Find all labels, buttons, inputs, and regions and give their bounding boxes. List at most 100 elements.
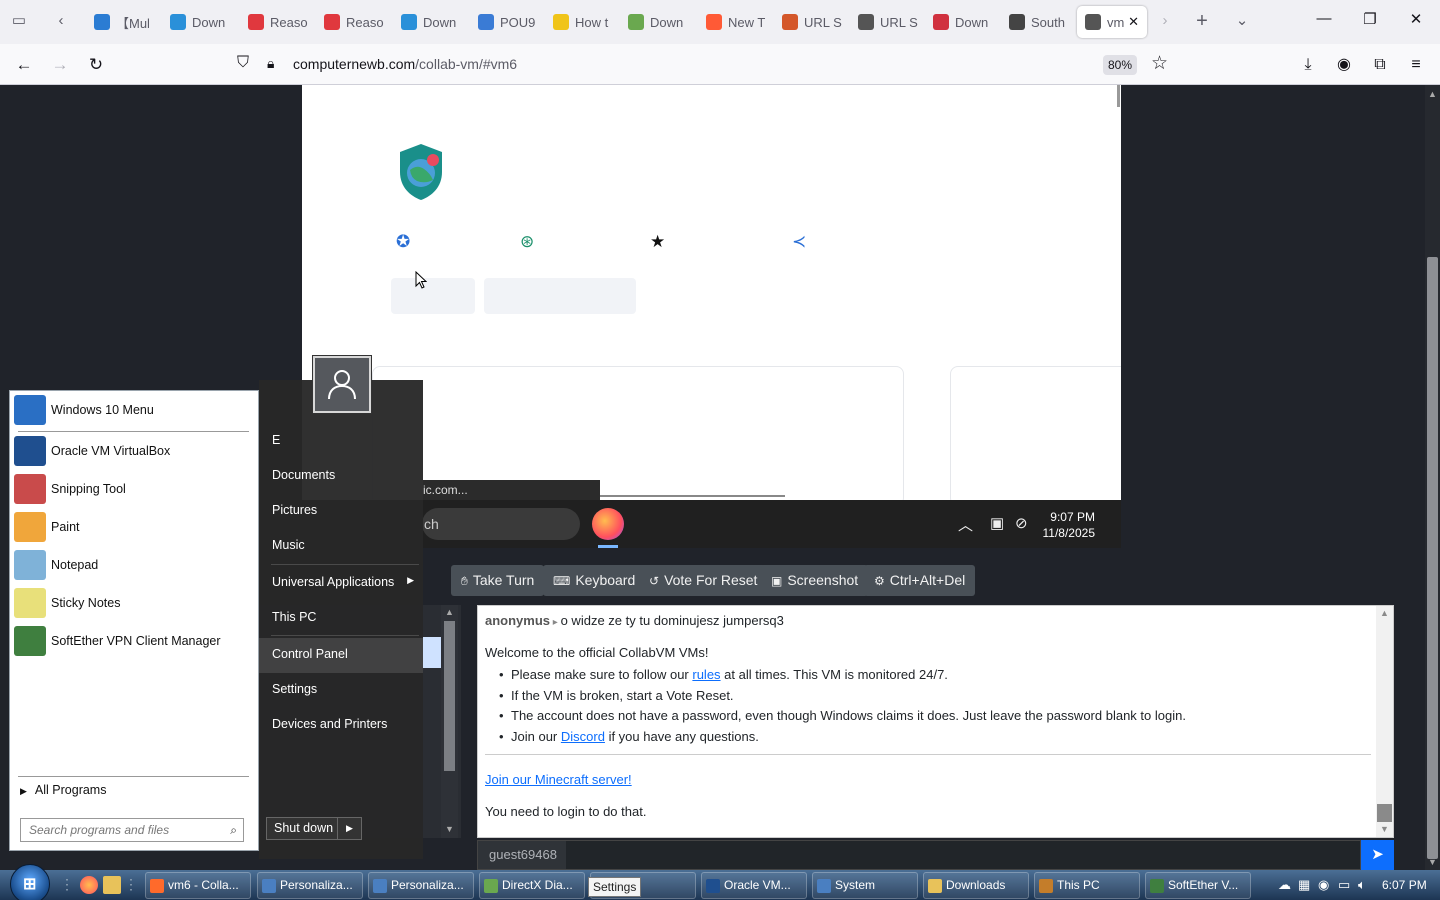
close-window-icon[interactable]: ✕: [1398, 10, 1434, 28]
taskbar-clock[interactable]: 6:07 PM: [1382, 878, 1427, 892]
taskbar-button[interactable]: vm6 - Colla...: [145, 872, 251, 899]
taskbar-button[interactable]: System: [812, 872, 918, 899]
tab-download[interactable]: Down: [162, 6, 238, 38]
taskbar-button[interactable]: Downloads: [923, 872, 1029, 899]
tray-volume-icon[interactable]: 🔈︎: [1358, 877, 1366, 893]
shut-down-options-icon[interactable]: ▶: [337, 818, 361, 839]
scroll-up-icon[interactable]: ▲: [441, 607, 458, 617]
scroll-tabs-right-icon[interactable]: ›: [1154, 10, 1176, 32]
page-scrollbar[interactable]: ▲ ▼: [1425, 85, 1440, 875]
vm-taskbar[interactable]: ch ︿ ▣ ⊘ 9:07 PM 11/8/2025: [302, 500, 1121, 548]
taskbar-button[interactable]: Personaliza...: [368, 872, 474, 899]
scroll-down-icon[interactable]: ▼: [1425, 857, 1440, 867]
user-list-scrollbar-thumb[interactable]: [444, 621, 455, 771]
taskbar-button[interactable]: SoftEther V...: [1145, 872, 1251, 899]
vm-network-icon[interactable]: ▣: [990, 514, 1004, 532]
tab-overview-icon[interactable]: ▭: [8, 10, 30, 32]
reload-icon[interactable]: ↻: [84, 53, 108, 77]
verified-badge-icon[interactable]: ✪: [396, 232, 410, 252]
chat-username[interactable]: anonymus: [485, 613, 550, 628]
lock-icon[interactable]: 🔒︎: [267, 55, 274, 72]
start-program-item[interactable]: Windows 10 Menu: [14, 393, 254, 427]
close-tab-icon[interactable]: ✕: [1128, 14, 1139, 30]
tab-check[interactable]: Reaso: [240, 6, 316, 38]
ctrl-alt-del-button[interactable]: ⚙︎ Ctrl+Alt+Del: [864, 565, 976, 596]
firefox-quicklaunch-icon[interactable]: [80, 876, 98, 894]
placeholder-button[interactable]: [484, 278, 636, 314]
star-icon[interactable]: ★: [650, 232, 665, 252]
zoom-level[interactable]: 80%: [1103, 55, 1137, 75]
bookmark-star-icon[interactable]: ☆: [1151, 52, 1168, 75]
documents-link[interactable]: Documents: [272, 468, 335, 482]
tab-word[interactable]: 【Mul: [86, 6, 162, 38]
extensions-icon[interactable]: ⧉: [1368, 53, 1392, 77]
award-icon[interactable]: ⊛: [520, 232, 534, 252]
chat-scrollbar-thumb[interactable]: [1377, 804, 1392, 822]
start-program-item[interactable]: Oracle VM VirtualBox: [14, 434, 254, 468]
tray-grid-icon[interactable]: ▦: [1298, 877, 1310, 893]
scroll-down-icon[interactable]: ▼: [441, 824, 458, 834]
minimize-icon[interactable]: —: [1306, 10, 1342, 27]
new-tab-icon[interactable]: +: [1191, 10, 1213, 32]
downloads-icon[interactable]: ⤓: [1296, 53, 1320, 77]
discord-link[interactable]: Discord: [561, 729, 605, 744]
music-link[interactable]: Music: [272, 538, 305, 552]
page-scrollbar-thumb[interactable]: [1427, 257, 1438, 859]
shut-down-button[interactable]: Shut down ▶: [266, 817, 362, 840]
user-folder-link[interactable]: E: [272, 433, 280, 447]
chat-input[interactable]: guest69468: [477, 840, 1361, 870]
vm-screen[interactable]: ✪ ⊛ ★ ≺: [302, 85, 1121, 548]
vote-reset-button[interactable]: ↺ Vote For Reset: [639, 565, 768, 596]
start-program-item[interactable]: SoftEther VPN Client Manager: [14, 624, 254, 658]
scroll-up-icon[interactable]: ▲: [1376, 608, 1393, 618]
shield-icon[interactable]: ⛉: [237, 54, 249, 72]
taskbar-button[interactable]: Oracle VM...: [701, 872, 807, 899]
send-button[interactable]: ➤: [1361, 840, 1394, 870]
tray-network-icon[interactable]: ▭: [1338, 877, 1350, 893]
tab-download[interactable]: Down: [393, 6, 469, 38]
url-bar[interactable]: ⛉ 🔒︎ computernewb.com/collab-vm/#vm6 80%…: [231, 49, 1175, 80]
tab-m[interactable]: Down: [925, 6, 1001, 38]
tab-question[interactable]: How t: [545, 6, 621, 38]
list-tabs-icon[interactable]: ⌄: [1231, 10, 1253, 32]
user-list-scrollbar[interactable]: ▲ ▼: [441, 605, 458, 838]
tab-firefox[interactable]: New T: [698, 6, 774, 38]
taskbar-button[interactable]: This PC: [1034, 872, 1140, 899]
keyboard-button[interactable]: ⌨︎ Keyboard: [543, 565, 646, 596]
scroll-down-icon[interactable]: ▼: [1376, 824, 1393, 834]
tab-collabvm[interactable]: vm ✕: [1077, 6, 1147, 38]
placeholder-button[interactable]: [391, 278, 475, 314]
all-programs-button[interactable]: ▶ All Programs: [20, 783, 106, 797]
pictures-link[interactable]: Pictures: [272, 503, 317, 517]
tab-link[interactable]: URL S: [850, 6, 926, 38]
devices-printers-link[interactable]: Devices and Printers: [272, 717, 387, 731]
chat-scrollbar[interactable]: ▲ ▼: [1376, 606, 1393, 837]
tab-south[interactable]: South: [1001, 6, 1077, 38]
url-text[interactable]: computernewb.com/collab-vm/#vm6: [293, 56, 517, 72]
account-icon[interactable]: ◉: [1332, 53, 1356, 77]
start-program-item[interactable]: Sticky Notes: [14, 586, 254, 620]
start-program-item[interactable]: Paint: [14, 510, 254, 544]
rules-link[interactable]: rules: [692, 667, 720, 682]
this-pc-link[interactable]: This PC: [272, 610, 316, 624]
start-program-item[interactable]: Notepad: [14, 548, 254, 582]
tab-pou[interactable]: POU9: [470, 6, 546, 38]
minecraft-link[interactable]: Join our Minecraft server!: [485, 772, 632, 787]
vm-firefox-icon[interactable]: [592, 508, 624, 548]
start-program-item[interactable]: Snipping Tool: [14, 472, 254, 506]
back-icon[interactable]: ←: [12, 53, 36, 77]
settings-link[interactable]: Settings: [272, 682, 317, 696]
tab-url[interactable]: URL S: [774, 6, 850, 38]
scroll-up-icon[interactable]: ▲: [1425, 89, 1440, 99]
chat-username-label[interactable]: guest69468: [478, 841, 566, 869]
taskbar-button[interactable]: DirectX Dia...: [479, 872, 585, 899]
scroll-tabs-left-icon[interactable]: ‹: [50, 10, 72, 32]
share-icon[interactable]: ≺: [792, 232, 806, 252]
tab-stack[interactable]: Down: [620, 6, 696, 38]
vm-volume-icon[interactable]: ⊘: [1015, 514, 1028, 532]
tab-check[interactable]: Reaso: [316, 6, 392, 38]
menu-icon[interactable]: ≡: [1404, 53, 1428, 77]
maximize-icon[interactable]: ❐: [1352, 10, 1388, 28]
explorer-quicklaunch-icon[interactable]: [103, 876, 121, 894]
screenshot-button[interactable]: ▣ Screenshot: [761, 565, 869, 596]
